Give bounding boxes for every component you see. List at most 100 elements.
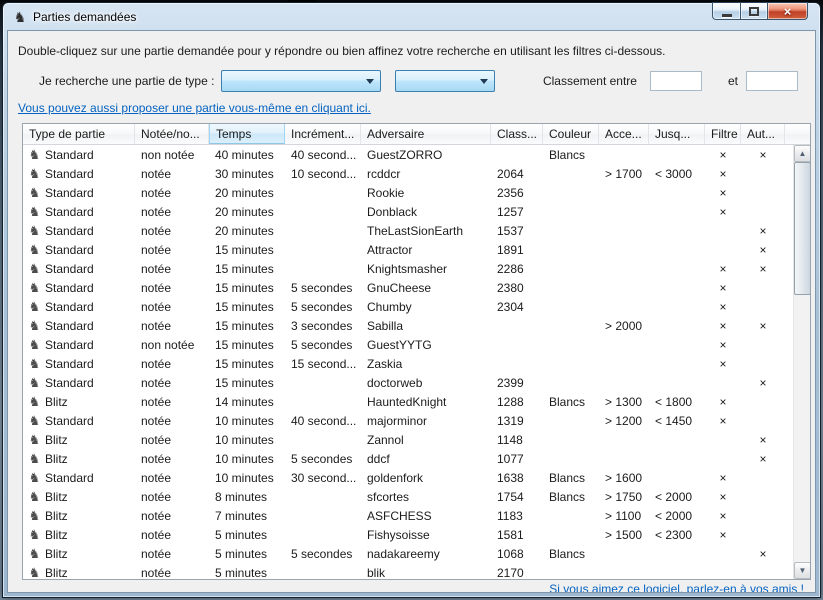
table-row[interactable]: ♞Blitznotée10 minutesZannol1148× <box>23 430 810 449</box>
cell-type: ♞Blitz <box>23 506 135 525</box>
cell-filter: × <box>705 392 741 411</box>
table-row[interactable]: ♞Standardnotée15 minutes15 second...Zask… <box>23 354 810 373</box>
cell-rating: 1754 <box>491 487 543 506</box>
cell-auto <box>741 487 785 506</box>
cell-accept-min: > 1500 <box>599 525 649 544</box>
cell-color <box>543 411 599 430</box>
cell-accept-min <box>599 544 649 563</box>
scrollbar-thumb[interactable] <box>794 162 811 295</box>
table-row[interactable]: ♞Blitznotée14 minutesHauntedKnight1288Bl… <box>23 392 810 411</box>
cell-color <box>543 335 599 354</box>
cell-accept-min <box>599 335 649 354</box>
table-row[interactable]: ♞Standardnotée15 minutesAttractor1891× <box>23 240 810 259</box>
table-row[interactable]: ♞Blitznotée8 minutessfcortes1754Blancs> … <box>23 487 810 506</box>
cell-increment: 5 secondes <box>285 449 361 468</box>
share-link[interactable]: Si vous aimez ce logiciel, parlez-en à v… <box>8 582 804 593</box>
cell-color <box>543 506 599 525</box>
cell-accept-min: > 1200 <box>599 411 649 430</box>
cell-time: 15 minutes <box>209 278 285 297</box>
game-subtype-select[interactable] <box>395 70 495 92</box>
table-row[interactable]: ♞Standardnon notée15 minutes5 secondesGu… <box>23 335 810 354</box>
table-row[interactable]: ♞Standardnotée15 minutes3 secondesSabill… <box>23 316 810 335</box>
cell-filter: × <box>705 259 741 278</box>
cell-auto <box>741 354 785 373</box>
cell-increment: 5 secondes <box>285 335 361 354</box>
chess-piece-icon: ♞ <box>26 338 43 351</box>
table-row[interactable]: ♞Standardnotée15 minutesdoctorweb2399× <box>23 373 810 392</box>
table-row[interactable]: ♞Standardnotée15 minutesKnightsmasher228… <box>23 259 810 278</box>
column-header-accept-min[interactable]: Acce... <box>599 124 649 144</box>
cell-rating: 1257 <box>491 202 543 221</box>
cell-rating: 1288 <box>491 392 543 411</box>
table-row[interactable]: ♞Blitznotée5 minutesblik2170 <box>23 563 810 579</box>
maximize-button[interactable] <box>740 2 768 20</box>
cell-accept-min <box>599 259 649 278</box>
table-row[interactable]: ♞Standardnotée30 minutes10 second...rcdd… <box>23 164 810 183</box>
column-header-opponent[interactable]: Adversaire <box>361 124 491 144</box>
cell-time: 15 minutes <box>209 354 285 373</box>
cell-type: ♞Standard <box>23 297 135 316</box>
table-row[interactable]: ♞Blitznotée10 minutes5 secondesddcf1077× <box>23 449 810 468</box>
table-row[interactable]: ♞Standardnotée20 minutesRookie2356× <box>23 183 810 202</box>
titlebar[interactable]: ♞ Parties demandées × <box>7 3 816 30</box>
cell-type: ♞Blitz <box>23 544 135 563</box>
column-header-auto[interactable]: Aut... <box>741 124 785 144</box>
table-row[interactable]: ♞Standardnotée20 minutesDonblack1257× <box>23 202 810 221</box>
cell-rated: notée <box>135 297 209 316</box>
scroll-up-button[interactable]: ▲ <box>794 145 811 162</box>
cell-time: 30 minutes <box>209 164 285 183</box>
column-header-rating[interactable]: Class... <box>491 124 543 144</box>
table-row[interactable]: ♞Standardnotée10 minutes30 second...gold… <box>23 468 810 487</box>
cell-increment: 5 secondes <box>285 544 361 563</box>
cell-filter <box>705 240 741 259</box>
scroll-down-button[interactable]: ▼ <box>794 562 811 579</box>
cell-accept-min <box>599 278 649 297</box>
vertical-scrollbar[interactable]: ▲ ▼ <box>793 145 810 579</box>
table-row[interactable]: ♞Blitznotée5 minutesFishysoisse1581> 150… <box>23 525 810 544</box>
cell-color <box>543 354 599 373</box>
table-row[interactable]: ♞Standardnotée20 minutesTheLastSionEarth… <box>23 221 810 240</box>
cell-rating <box>491 316 543 335</box>
column-header-color[interactable]: Couleur <box>543 124 599 144</box>
table-row[interactable]: ♞Blitznotée7 minutesASFCHESS1183> 1100< … <box>23 506 810 525</box>
propose-game-link[interactable]: Vous pouvez aussi proposer une partie vo… <box>18 101 371 115</box>
rating-max-input[interactable] <box>746 71 798 91</box>
table-row[interactable]: ♞Blitznotée5 minutes5 secondesnadakareem… <box>23 544 810 563</box>
cell-time: 10 minutes <box>209 449 285 468</box>
chess-piece-icon: ♞ <box>26 148 43 161</box>
cell-accept-min <box>599 449 649 468</box>
column-header-accept-max[interactable]: Jusq... <box>649 124 705 144</box>
cell-accept-max <box>649 563 705 579</box>
close-button[interactable]: × <box>767 2 808 20</box>
cell-opponent: HauntedKnight <box>361 392 491 411</box>
cell-rated: notée <box>135 563 209 579</box>
column-header-rated[interactable]: Notée/no... <box>135 124 209 144</box>
table-row[interactable]: ♞Standardnon notée40 minutes40 second...… <box>23 145 810 164</box>
cell-type: ♞Standard <box>23 354 135 373</box>
rating-min-input[interactable] <box>650 71 702 91</box>
cell-time: 15 minutes <box>209 297 285 316</box>
cell-auto <box>741 525 785 544</box>
table-row[interactable]: ♞Standardnotée15 minutes5 secondesChumby… <box>23 297 810 316</box>
column-header-type[interactable]: Type de partie <box>23 124 135 144</box>
cell-time: 15 minutes <box>209 316 285 335</box>
table-row[interactable]: ♞Standardnotée10 minutes40 second...majo… <box>23 411 810 430</box>
column-header-increment[interactable]: Incrément... <box>285 124 361 144</box>
cell-type: ♞Standard <box>23 164 135 183</box>
cell-auto: × <box>741 221 785 240</box>
caption-buttons: × <box>713 2 808 20</box>
cell-accept-max <box>649 544 705 563</box>
dialog-client-area: Double-cliquez sur une partie demandée p… <box>7 30 816 593</box>
table-row[interactable]: ♞Standardnotée15 minutes5 secondesGnuChe… <box>23 278 810 297</box>
column-header-time[interactable]: Temps <box>209 124 285 144</box>
game-type-select[interactable] <box>221 70 381 92</box>
column-header-filter[interactable]: Filtre <box>705 124 741 144</box>
cell-filter: × <box>705 145 741 164</box>
filter-row: Je recherche une partie de type : Classe… <box>18 70 799 92</box>
cell-filter: × <box>705 202 741 221</box>
cell-accept-max: < 1450 <box>649 411 705 430</box>
cell-rating: 2170 <box>491 563 543 579</box>
cell-auto <box>741 506 785 525</box>
minimize-button[interactable] <box>712 2 741 20</box>
cell-color <box>543 449 599 468</box>
